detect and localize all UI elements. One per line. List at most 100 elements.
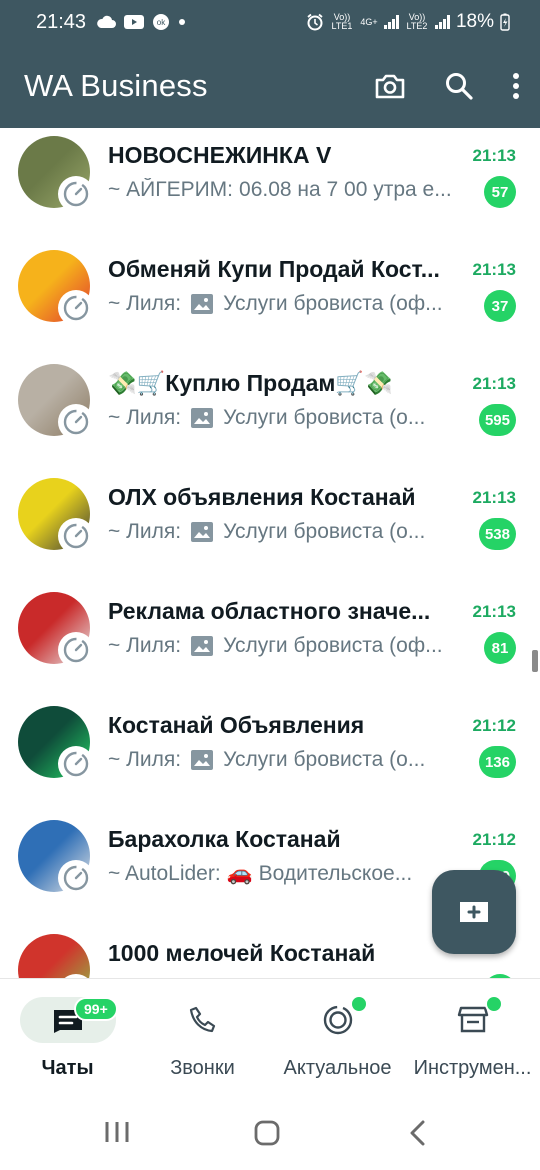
app-title: WA Business [24,68,208,103]
tab-calls-label: Звонки [170,1057,235,1079]
tab-updates[interactable]: Актуальное [270,979,405,1091]
photo-icon [191,294,214,314]
updates-dot [350,995,368,1013]
battery-percent: 18% [455,11,494,32]
system-navigation [0,1090,540,1170]
network-label-2: 4G+ [360,16,378,27]
home-button[interactable] [254,1120,280,1151]
cloud-icon [97,15,117,28]
chat-time: 21:13 [472,488,516,507]
preview-sender: ~ АЙГЕРИМ: [108,178,234,201]
preview-sender: ~ Лиля: [108,634,182,657]
new-chat-icon [460,902,488,922]
recents-button[interactable] [104,1120,130,1149]
photo-icon [191,750,214,770]
tools-icon [457,1006,489,1033]
chat-time: 21:13 [472,260,516,279]
chat-avatar[interactable] [18,364,102,448]
chat-time: 21:13 [472,602,516,621]
network-label-1: Vo)) LTE1 [331,12,353,31]
preview-sender: ~ AutoLider: [108,862,221,885]
status-right: Vo)) LTE1 4G+ Vo)) LTE2 18% [306,11,510,33]
disappearing-timer-icon [58,632,94,668]
tab-calls[interactable]: Звонки [135,979,270,1091]
chat-list[interactable]: НОВОСНЕЖИНКА V 21:13 ~ АЙГЕРИМ: 06.08 на 7 … [0,128,540,978]
chat-name: Обменяй Купи Продай Кост... [108,256,440,282]
chat-preview: ~ Лиля: Услуги бровиста (о... [108,748,468,772]
chat-row[interactable]: Обменяй Купи Продай Кост... 21:13 ~ Лиля: У… [0,228,540,342]
chat-row[interactable]: 💸🛒Куплю Продам🛒💸 21:13 ~ Лиля: Услуги брови… [0,342,540,456]
disappearing-timer-icon [58,176,94,212]
signal-icon [383,15,399,29]
unread-badge: 538 [478,518,516,550]
chat-time: 21:12 [472,830,516,849]
preview-text: Услуги бровиста (о... [223,748,426,771]
chat-avatar[interactable] [18,820,102,904]
disappearing-timer-icon [58,404,94,440]
photo-icon [191,636,214,656]
preview-text: Услуги бровиста (оф... [223,292,443,315]
chat-avatar[interactable] [18,478,102,562]
svg-text:ok: ok [157,18,166,27]
chat-name: ОЛХ объявления Костанай [108,484,416,510]
back-icon [410,1120,425,1146]
preview-sender: ~ Лиля: [108,406,182,429]
chat-name: НОВОСНЕЖИНКА V [108,142,332,168]
battery-charging-icon [500,13,510,31]
chat-name: 💸🛒Куплю Продам🛒💸 [108,370,393,396]
camera-icon[interactable] [374,72,406,100]
chat-name: Костанай Объявления [108,712,365,738]
updates-icon [323,1005,353,1035]
new-chat-button[interactable] [432,870,516,954]
preview-text: Услуги бровиста (о... [223,406,426,429]
tools-dot [485,995,503,1013]
chat-row[interactable]: НОВОСНЕЖИНКА V 21:13 ~ АЙГЕРИМ: 06.08 на 7 … [0,128,540,228]
photo-icon [191,522,214,542]
preview-text: Услуги бровиста (о... [223,520,426,543]
chat-avatar[interactable] [18,250,102,334]
preview-text: 06.08 на 7 00 утра е... [239,178,452,201]
tab-calls-pill [155,997,251,1043]
home-icon [254,1120,280,1146]
unread-badge: 37 [484,290,516,322]
tab-chats[interactable]: 99+ Чаты [0,979,135,1091]
more-vert-icon[interactable] [512,72,520,100]
chat-preview: ~ Лиля: Услуги бровиста (оф... [108,292,468,316]
back-button[interactable] [408,1120,428,1151]
chat-preview: ~ AutoLider: 🚗 Водительское... [108,862,468,886]
chat-row[interactable]: Костанай Объявления 21:12 ~ Лиля: Услуги бр… [0,684,540,798]
tab-updates-label: Актуальное [283,1057,392,1079]
status-time: 21:43 [36,10,87,33]
tab-chats-label: Чаты [41,1057,94,1079]
preview-text: 🚗 Водительское... [226,862,413,885]
tab-tools[interactable]: Инструмен... [405,979,540,1091]
search-icon[interactable] [444,71,474,101]
status-bar: 21:43 ok Vo)) LTE1 4G+ Vo)) LTE2 18% [36,10,510,34]
chat-avatar[interactable] [18,934,102,978]
chat-time: 21:13 [472,374,516,393]
scrollbar-thumb[interactable] [532,650,538,672]
dot-icon [179,19,186,25]
chat-avatar[interactable] [18,706,102,790]
tab-tools-pill [425,997,521,1043]
unread-badge: 136 [478,746,516,778]
chat-name: 1000 мелочей Костанай [108,940,376,966]
unread-badge: 57 [484,176,516,208]
app-bar-actions [374,71,520,101]
chat-avatar[interactable] [18,592,102,676]
preview-sender: ~ Лиля: [108,292,182,315]
chat-avatar[interactable] [18,136,102,220]
signal-icon-2 [434,15,450,29]
chat-time: 21:13 [472,146,516,165]
alarm-icon [307,13,323,31]
disappearing-timer-icon [58,518,94,554]
chat-row[interactable]: Реклама областного значе... 21:13 ~ Лиля: У… [0,570,540,684]
app-notification-icon: ok [153,14,170,30]
top-header: 21:43 ok Vo)) LTE1 4G+ Vo)) LTE2 18% WA … [0,0,540,128]
bottom-navigation: 99+ Чаты Звонки Актуальное Инструмен... [0,978,540,1090]
chat-row[interactable]: ОЛХ объявления Костанай 21:13 ~ Лиля: Услуг… [0,456,540,570]
chat-preview: ~ Лиля: Услуги бровиста (о... [108,520,468,544]
disappearing-timer-icon [58,860,94,896]
unread-badge: 81 [484,632,516,664]
tab-updates-pill [290,997,386,1043]
